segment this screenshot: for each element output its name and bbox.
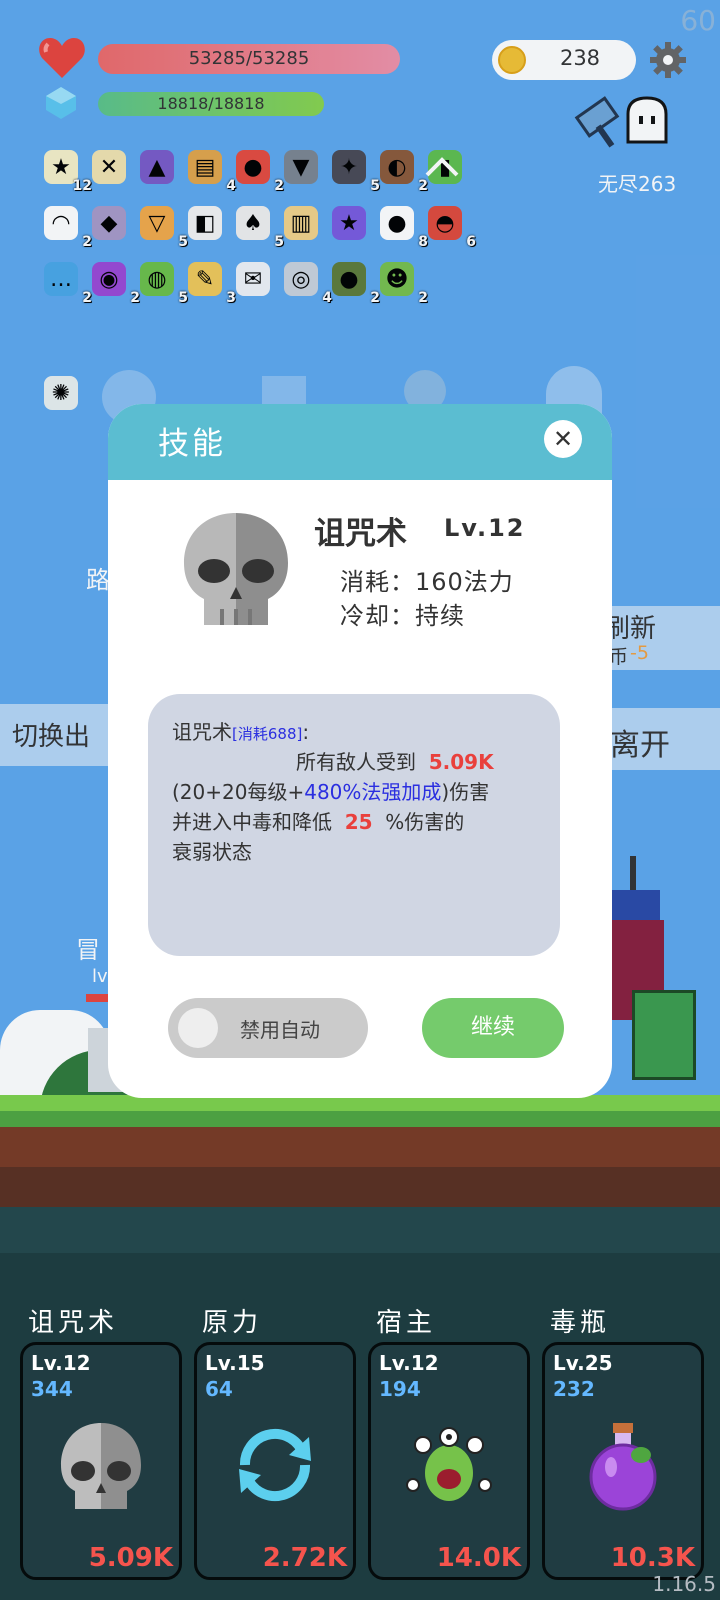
skill-card-damage: 14.0K — [436, 1543, 521, 1573]
skill-card-level: Lv.12 — [31, 1351, 91, 1375]
dialog-title: 技能 — [158, 426, 226, 462]
close-button[interactable]: ✕ — [544, 420, 582, 458]
skill-slot-name: 宿主 — [376, 1308, 437, 1338]
desc-cost-tag: [消耗688] — [232, 725, 303, 743]
skill-card-level: Lv.25 — [553, 1351, 613, 1375]
skill-card[interactable]: Lv.12 194 14.0K — [368, 1342, 530, 1580]
desc-colon: : — [302, 720, 310, 744]
skill-card[interactable]: Lv.25 232 10.3K — [542, 1342, 704, 1580]
desc-line-5: 衰弱状态 — [172, 840, 252, 864]
desc-text: (20+20每级+ — [172, 780, 305, 804]
desc-line-1: 诅咒术[消耗688]: — [172, 716, 309, 745]
desc-bonus: 480%法强加成 — [304, 780, 442, 804]
skill-card-damage: 2.72K — [262, 1543, 347, 1573]
skill-dialog: 技能 ✕ 诅咒术 Lv.12 消耗：160法力 冷却：持续 诅咒术[消耗688]… — [108, 404, 612, 1098]
desc-line-3: (20+20每级+480%法强加成)伤害 — [172, 776, 489, 805]
toggle-knob — [178, 1008, 218, 1048]
continue-button[interactable]: 继续 — [422, 998, 564, 1058]
close-icon: ✕ — [552, 425, 574, 453]
desc-line-2: 所有敌人受到 5.09K — [296, 746, 494, 775]
disable-auto-toggle[interactable]: 禁用自动 — [168, 998, 368, 1058]
skill-card-damage: 10.3K — [610, 1543, 695, 1573]
skill-slot-name: 毒瓶 — [550, 1308, 611, 1338]
skill-card-cost: 344 — [31, 1377, 73, 1401]
desc-text: 所有敌人受到 — [296, 750, 416, 774]
skill-card-cost: 64 — [205, 1377, 233, 1401]
poison-bottle-icon — [573, 1415, 673, 1515]
version-label: 1.16.5 — [652, 1572, 716, 1596]
cycle-arrows-icon — [225, 1415, 325, 1515]
desc-line-4: 并进入中毒和降低 25 %伤害的 — [172, 806, 464, 835]
desc-text: %伤害的 — [385, 810, 465, 834]
skull-icon — [51, 1415, 151, 1515]
skill-name: 诅咒术 — [314, 516, 407, 552]
skull-icon — [184, 513, 288, 625]
skill-cooldown: 冷却：持续 — [340, 602, 465, 630]
skill-card-level: Lv.15 — [205, 1351, 265, 1375]
desc-damage: 5.09K — [428, 750, 494, 774]
skill-card[interactable]: Lv.12 344 5.09K — [20, 1342, 182, 1580]
dialog-header: 技能 ✕ — [108, 404, 612, 480]
skill-description: 诅咒术[消耗688]: 所有敌人受到 5.09K (20+20每级+480%法强… — [148, 694, 560, 956]
skill-card-level: Lv.12 — [379, 1351, 439, 1375]
skill-card-cost: 194 — [379, 1377, 421, 1401]
skill-card-cost: 232 — [553, 1377, 595, 1401]
toggle-label: 禁用自动 — [240, 1018, 320, 1042]
desc-text: 并进入中毒和降低 — [172, 810, 332, 834]
desc-text: )伤害 — [441, 780, 490, 804]
skill-card-damage: 5.09K — [88, 1543, 173, 1573]
desc-skill-name: 诅咒术 — [172, 720, 232, 744]
skill-cost: 消耗：160法力 — [340, 568, 514, 596]
skill-slot-name: 原力 — [202, 1308, 263, 1338]
skill-card[interactable]: Lv.15 64 2.72K — [194, 1342, 356, 1580]
desc-percent: 25 — [344, 810, 373, 834]
green-monster-icon — [399, 1415, 499, 1515]
skill-level: Lv.12 — [444, 514, 526, 542]
skill-slot-name: 诅咒术 — [28, 1308, 119, 1338]
